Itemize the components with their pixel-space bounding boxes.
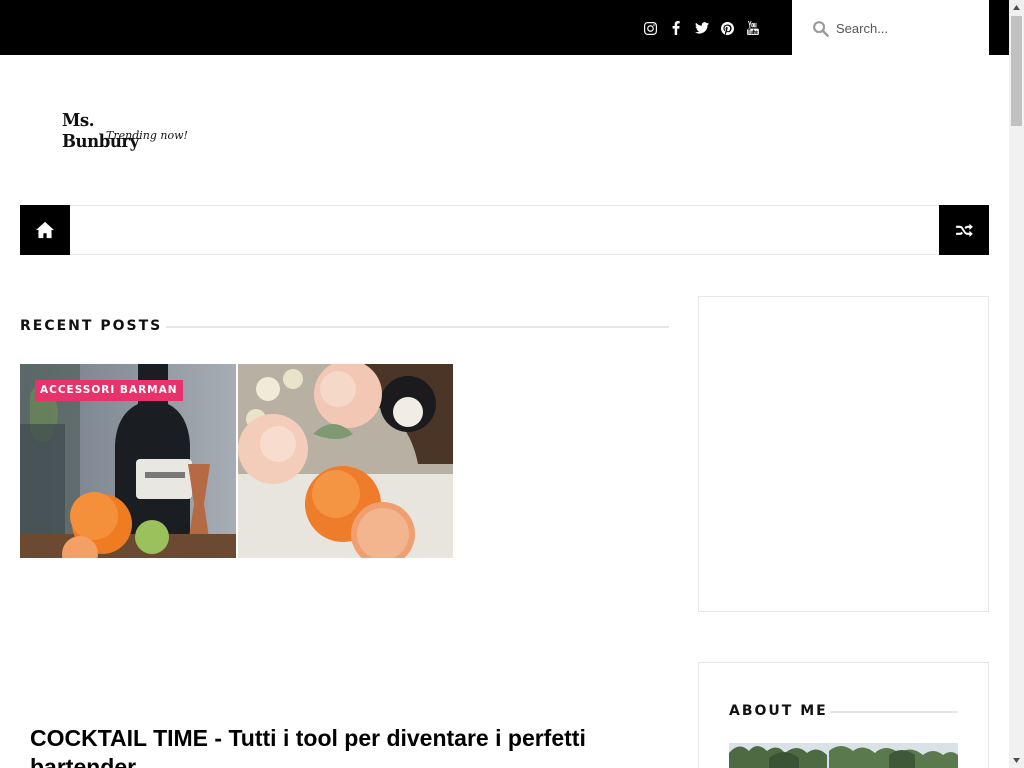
about-divider	[830, 711, 958, 713]
home-icon	[36, 221, 54, 239]
logo-tagline: Trending now!	[106, 129, 188, 142]
section-divider	[166, 326, 669, 328]
twitter-icon[interactable]	[689, 19, 715, 37]
about-me-image	[729, 743, 958, 768]
top-bar	[0, 0, 1009, 55]
recent-posts-heading: RECENT POSTS	[20, 318, 163, 334]
sidebar-widget-empty	[698, 296, 989, 612]
random-post-button[interactable]	[939, 205, 989, 255]
shuffle-icon	[955, 223, 973, 237]
post-title[interactable]: COCKTAIL TIME - Tutti i tool per diventa…	[30, 724, 670, 768]
search-input[interactable]	[836, 18, 976, 38]
scroll-up-arrow-icon[interactable]	[1009, 0, 1024, 15]
facebook-icon[interactable]	[664, 19, 690, 37]
social-links	[638, 19, 766, 37]
scroll-thumb[interactable]	[1011, 16, 1022, 126]
instagram-icon[interactable]	[638, 19, 664, 37]
page-scrollbar[interactable]	[1009, 0, 1024, 768]
about-me-heading: ABOUT ME	[729, 703, 828, 719]
category-badge[interactable]: ACCESSORI BARMAN	[35, 380, 183, 401]
scroll-down-arrow-icon[interactable]	[1009, 753, 1024, 768]
site-logo[interactable]: Ms. Bunbury Trending now!	[62, 110, 188, 152]
post-thumbnail-2[interactable]	[238, 364, 453, 558]
youtube-icon[interactable]	[740, 19, 766, 37]
main-nav	[20, 205, 989, 255]
search-icon[interactable]	[812, 20, 829, 37]
search-box	[792, 0, 989, 55]
about-me-widget: ABOUT ME	[698, 662, 989, 768]
pinterest-icon[interactable]	[715, 19, 741, 37]
home-button[interactable]	[20, 205, 70, 255]
